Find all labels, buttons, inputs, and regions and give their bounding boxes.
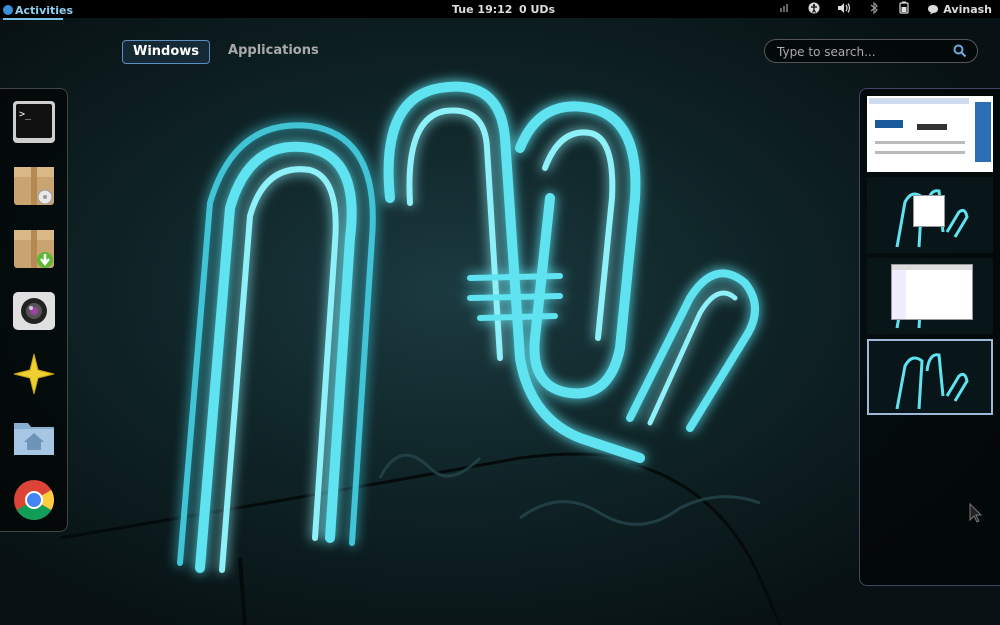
chrome-icon[interactable] — [10, 476, 58, 524]
accessibility-icon[interactable] — [799, 2, 829, 17]
star-icon[interactable] — [10, 350, 58, 398]
workspace-window-thumbnail — [867, 96, 993, 172]
activities-underline — [3, 18, 63, 20]
camera-icon[interactable] — [10, 287, 58, 335]
activities-label: Activities — [15, 3, 74, 17]
workspace-2[interactable] — [867, 177, 993, 253]
search-box[interactable] — [764, 39, 978, 63]
tab-windows[interactable]: Windows — [122, 40, 211, 64]
workspace-window-thumbnail — [891, 264, 973, 320]
terminal-icon[interactable]: >_ — [10, 98, 58, 146]
chat-bubble-icon — [928, 4, 939, 14]
bluetooth-icon[interactable] — [859, 1, 889, 17]
workspace-4[interactable] — [867, 339, 993, 415]
tab-applications[interactable]: Applications — [218, 40, 329, 62]
search-icon[interactable] — [953, 44, 967, 58]
uds-indicator[interactable]: 0 UDs — [519, 3, 555, 16]
workspace-window-thumbnail — [913, 195, 945, 227]
user-menu[interactable]: Avinash — [927, 3, 992, 16]
home-folder-icon[interactable] — [10, 413, 58, 461]
top-panel: Activities Tue 19:12 0 UDs Avinash — [0, 0, 1000, 20]
gnome-foot-icon — [3, 5, 13, 15]
workspace-1[interactable] — [867, 96, 993, 172]
system-tray: Avinash — [769, 1, 992, 17]
mouse-pointer-icon — [969, 502, 983, 523]
dash: >_ — [0, 88, 68, 532]
search-input[interactable] — [775, 42, 949, 62]
svg-text:>_: >_ — [19, 109, 32, 120]
volume-icon[interactable] — [829, 2, 859, 17]
software-installer-icon[interactable] — [10, 224, 58, 272]
network-icon[interactable] — [769, 3, 799, 16]
neon-wallpaper-art — [59, 81, 782, 625]
user-name: Avinash — [943, 2, 992, 16]
overview-tabs: Windows Applications — [122, 40, 329, 64]
battery-icon[interactable] — [889, 1, 919, 17]
activities-button[interactable]: Activities — [3, 2, 74, 20]
clock[interactable]: Tue 19:12 — [452, 3, 512, 16]
neon-thumbnail — [895, 353, 969, 410]
archive-manager-icon[interactable] — [10, 161, 58, 209]
workspace-3[interactable] — [867, 258, 993, 334]
desktop-wallpaper — [0, 18, 1000, 625]
